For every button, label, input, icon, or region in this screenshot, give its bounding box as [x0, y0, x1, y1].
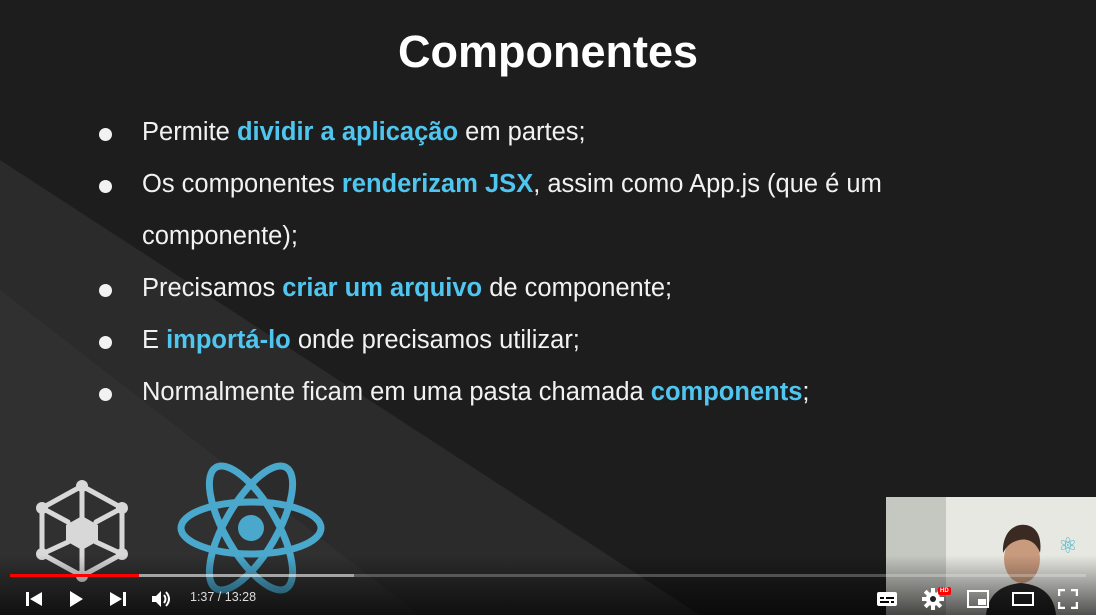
bullet-item: Permite dividir a aplicação em partes;	[96, 106, 996, 158]
bullet-dot-icon	[99, 128, 112, 141]
subtitles-icon	[877, 592, 897, 606]
bullet-text: Permite	[142, 118, 237, 146]
progress-bar[interactable]	[10, 574, 1086, 577]
highlighted-text: renderizam JSX	[341, 170, 534, 198]
bullet-text: em partes;	[458, 118, 586, 146]
fullscreen-button[interactable]	[1055, 586, 1081, 612]
bullet-text: Os componentes	[142, 170, 342, 198]
bullet-text: onde precisamos utilizar;	[290, 326, 580, 354]
miniplayer-button[interactable]	[965, 586, 991, 612]
next-button[interactable]	[106, 586, 130, 612]
bullet-dot-icon	[99, 180, 112, 193]
volume-icon	[152, 591, 170, 607]
highlighted-text: components	[650, 378, 803, 406]
subtitles-button[interactable]	[874, 586, 900, 612]
miniplayer-icon	[967, 590, 989, 608]
slide-title: Componentes	[397, 26, 698, 77]
bullet-text: ;	[802, 378, 810, 406]
theater-mode-button[interactable]	[1010, 586, 1036, 612]
bullet-dot-icon	[99, 388, 112, 401]
bullet-item: E importá-lo onde precisamos utilizar;	[96, 314, 996, 366]
time-display: 1:37 / 13:28	[190, 590, 257, 604]
play-button[interactable]	[64, 586, 88, 612]
previous-button[interactable]	[22, 586, 46, 612]
theater-icon	[1012, 592, 1034, 606]
highlighted-text: importá-lo	[166, 326, 291, 354]
bullet-item: Normalmente ficam em uma pasta chamada c…	[96, 366, 996, 418]
hd-badge: HD	[938, 587, 951, 595]
video-player[interactable]: Componentes Permite dividir a aplicação …	[0, 0, 1096, 615]
bullet-text: Precisamos	[142, 274, 283, 302]
previous-icon	[26, 592, 42, 606]
bullet-dot-icon	[99, 336, 112, 349]
bullet-text: E	[142, 326, 167, 354]
next-icon	[110, 592, 126, 606]
volume-button[interactable]	[149, 586, 175, 612]
played-bar	[10, 574, 140, 577]
highlighted-text: criar um arquivo	[282, 274, 483, 302]
bullet-item: Precisamos criar um arquivo de component…	[96, 262, 996, 314]
highlighted-text: dividir a aplicação	[236, 118, 459, 146]
bullet-dot-icon	[99, 284, 112, 297]
bullet-text: de componente;	[482, 274, 673, 302]
bullet-list: Permite dividir a aplicação em partes; Os…	[96, 106, 996, 418]
fullscreen-icon	[1058, 589, 1078, 609]
bullet-text: Normalmente ficam em uma pasta chamada	[142, 378, 651, 406]
bullet-item: Os componentes renderizam JSX, assim com…	[96, 158, 996, 262]
play-icon	[70, 591, 83, 607]
